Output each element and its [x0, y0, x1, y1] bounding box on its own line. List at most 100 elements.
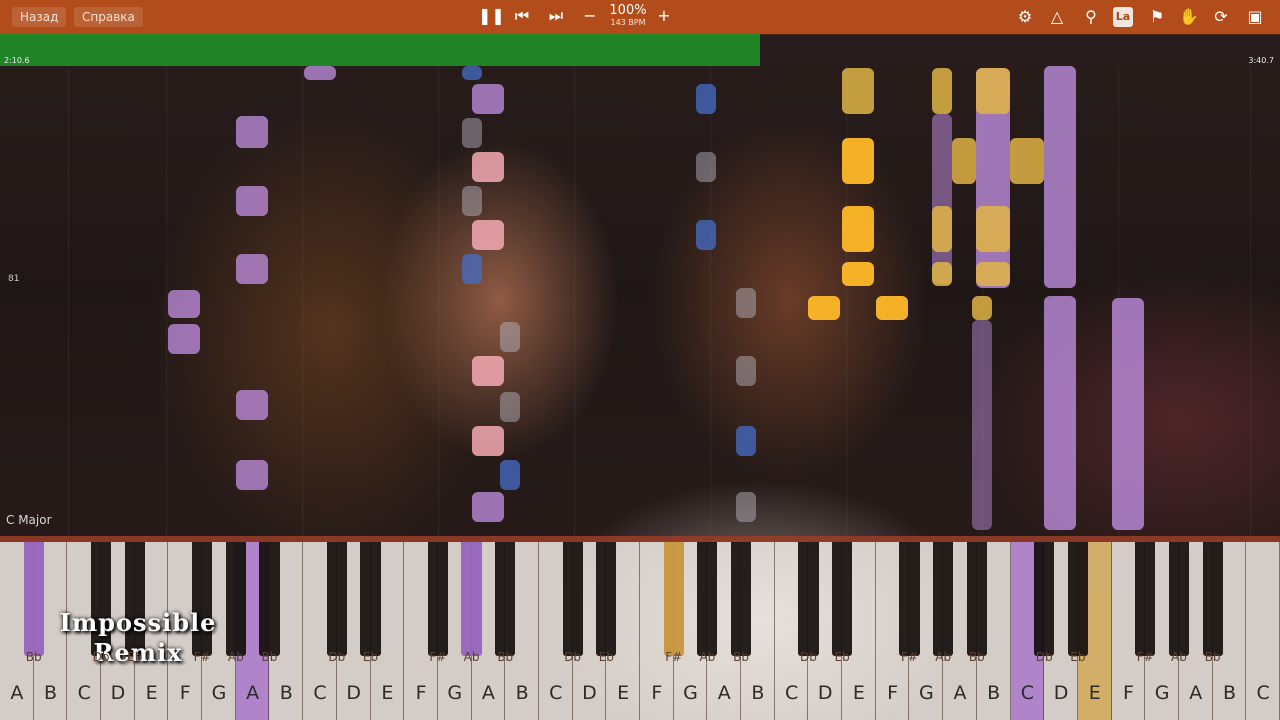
falling-note — [236, 460, 268, 490]
white-key-label: E — [852, 682, 865, 704]
lane-marker: 81 — [8, 274, 20, 284]
black-key[interactable] — [596, 542, 617, 656]
falling-note — [736, 426, 756, 456]
white-key-label: F — [179, 682, 191, 704]
help-button[interactable]: Справка — [74, 7, 143, 27]
white-key-label: G — [211, 682, 227, 704]
black-key-label: Eb — [127, 650, 143, 664]
falling-note — [462, 118, 482, 148]
black-key-label: Ab — [699, 650, 716, 664]
gear-icon[interactable]: ⚙ — [1014, 6, 1036, 28]
white-key-label: E — [381, 682, 394, 704]
white-key-label: C — [1020, 682, 1034, 704]
black-key-label: F# — [193, 650, 211, 664]
falling-note — [876, 296, 908, 320]
falling-note — [236, 390, 268, 420]
lane-gridline — [574, 66, 575, 536]
lane-gridline — [166, 66, 167, 536]
la-icon[interactable]: La — [1113, 7, 1133, 27]
white-key-label: C — [1256, 682, 1270, 704]
black-key[interactable] — [832, 542, 853, 656]
black-key[interactable] — [1202, 542, 1223, 656]
white-key-label: D — [346, 682, 361, 704]
tempo-readout: 100% 143 BPM — [608, 4, 648, 28]
black-key-label: Ab — [935, 650, 952, 664]
white-key-label: B — [1222, 682, 1236, 704]
falling-note — [472, 492, 504, 522]
falling-note — [736, 288, 756, 318]
song-progress-bar[interactable]: 2:10.6 3:40.7 — [0, 34, 1280, 66]
falling-note — [168, 290, 200, 318]
black-key-label: Eb — [1070, 650, 1086, 664]
lane-gridline — [1250, 66, 1251, 536]
falling-note — [500, 392, 520, 422]
falling-note — [472, 426, 504, 456]
black-key[interactable] — [259, 542, 280, 656]
falling-note — [976, 68, 1010, 114]
bookmark-icon[interactable]: ⚑ — [1146, 6, 1168, 28]
falling-note — [472, 220, 504, 250]
white-key-label: E — [1088, 682, 1101, 704]
progress-fill — [0, 34, 761, 66]
black-key-label: F# — [900, 650, 918, 664]
minus-icon[interactable]: − — [580, 6, 600, 26]
back-button[interactable]: Назад — [12, 7, 67, 27]
black-key[interactable] — [461, 542, 482, 656]
black-key[interactable] — [933, 542, 954, 656]
skip-back-icon[interactable]: ⏮ — [512, 6, 532, 26]
lane-gridline — [710, 66, 711, 536]
black-key-label: Ab — [1171, 650, 1187, 664]
falling-note — [236, 116, 268, 148]
falling-note — [472, 356, 504, 386]
black-key[interactable] — [326, 542, 347, 656]
key-signature-label: C Major — [6, 513, 52, 527]
black-key-label: Db — [328, 650, 346, 664]
black-key[interactable] — [562, 542, 583, 656]
black-key[interactable] — [225, 542, 246, 656]
black-key[interactable] — [23, 542, 44, 656]
hand-icon[interactable]: ✋ — [1178, 6, 1200, 28]
black-key[interactable] — [966, 542, 987, 656]
white-key-label: C — [313, 682, 327, 704]
loop-icon[interactable]: ⟳ — [1210, 6, 1232, 28]
white-key-label: B — [987, 682, 1001, 704]
collapse-icon[interactable]: ▣ — [1244, 6, 1266, 28]
black-key[interactable] — [730, 542, 752, 656]
black-key[interactable] — [360, 542, 381, 656]
black-key-label: F# — [665, 650, 683, 664]
falling-note — [472, 152, 504, 182]
black-key-label: Bb — [497, 650, 514, 664]
black-key[interactable] — [495, 542, 516, 656]
metronome-icon[interactable]: △ — [1046, 6, 1068, 28]
black-key-label: Bb — [261, 650, 278, 664]
skip-forward-icon[interactable]: ⏭ — [546, 6, 566, 26]
falling-note — [236, 254, 268, 284]
black-key[interactable] — [899, 542, 920, 656]
falling-note — [932, 206, 952, 252]
pause-icon[interactable]: ❚❚ — [478, 6, 505, 26]
falling-note — [976, 262, 1010, 286]
white-key-label: F — [1122, 682, 1134, 704]
falling-note — [842, 206, 874, 252]
white-key-label: D — [817, 682, 833, 704]
falling-note — [972, 320, 992, 530]
falling-note — [168, 324, 200, 354]
falling-note — [462, 66, 482, 80]
black-key[interactable] — [1168, 542, 1190, 656]
black-key[interactable] — [1067, 542, 1088, 656]
black-key[interactable] — [427, 542, 448, 656]
black-key[interactable] — [1135, 542, 1156, 656]
falling-note — [500, 322, 520, 352]
black-key[interactable] — [1034, 542, 1055, 656]
bpm-value: 143 BPM — [610, 18, 646, 27]
total-time: 3:40.7 — [1248, 56, 1274, 65]
black-key-label: F# — [429, 650, 447, 664]
plus-icon[interactable]: + — [654, 6, 674, 26]
black-key[interactable] — [697, 542, 718, 656]
search-icon[interactable]: ⚲ — [1080, 6, 1102, 28]
black-key-label: Eb — [834, 650, 850, 664]
black-key-label: Bb — [1204, 650, 1221, 664]
black-key[interactable] — [663, 542, 684, 656]
black-key[interactable] — [798, 542, 819, 656]
falling-note — [472, 84, 504, 114]
